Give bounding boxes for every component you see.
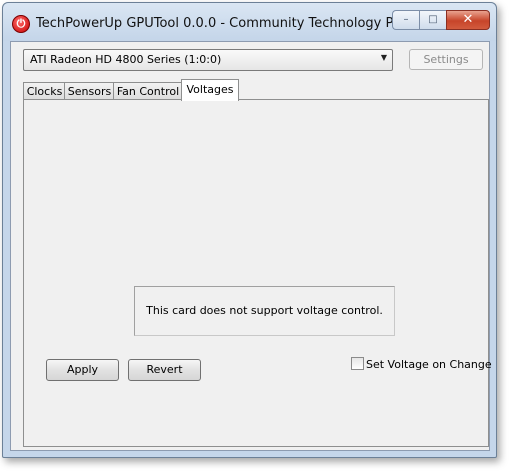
title-bar[interactable]: ⏻ TechPowerUp GPUTool 0.0.0 - Community …: [3, 3, 496, 41]
close-button[interactable]: ✕: [446, 10, 490, 30]
revert-button[interactable]: Revert: [128, 359, 201, 381]
chevron-down-icon[interactable]: ▼: [381, 53, 387, 62]
voltages-panel: This card does not support voltage contr…: [23, 99, 492, 447]
set-voltage-on-change-label: Set Voltage on Change: [366, 358, 492, 371]
app-window: ⏻ TechPowerUp GPUTool 0.0.0 - Community …: [2, 2, 497, 458]
checkbox-box[interactable]: [351, 357, 364, 370]
apply-button[interactable]: Apply: [46, 359, 119, 381]
tab-voltages[interactable]: Voltages: [181, 79, 239, 101]
maximize-button[interactable]: □: [419, 10, 446, 30]
tab-clocks[interactable]: Clocks: [23, 82, 66, 100]
no-voltage-control-message: This card does not support voltage contr…: [134, 286, 395, 336]
tab-fan-control[interactable]: Fan Control: [113, 82, 183, 100]
set-voltage-on-change-checkbox[interactable]: Set Voltage on Change: [351, 357, 492, 371]
power-icon[interactable]: ⏻: [12, 15, 30, 33]
device-dropdown-value: ATI Radeon HD 4800 Series (1:0:0): [30, 53, 222, 66]
settings-button[interactable]: Settings: [409, 49, 483, 70]
device-dropdown[interactable]: ATI Radeon HD 4800 Series (1:0:0) ▼: [23, 49, 393, 71]
minimize-button[interactable]: –: [392, 10, 419, 30]
tab-sensors[interactable]: Sensors: [64, 82, 115, 100]
caption-buttons: – □ ✕: [392, 10, 490, 30]
client-area: ATI Radeon HD 4800 Series (1:0:0) ▼ Sett…: [10, 41, 492, 451]
window-title: TechPowerUp GPUTool 0.0.0 - Community Te…: [36, 16, 449, 31]
